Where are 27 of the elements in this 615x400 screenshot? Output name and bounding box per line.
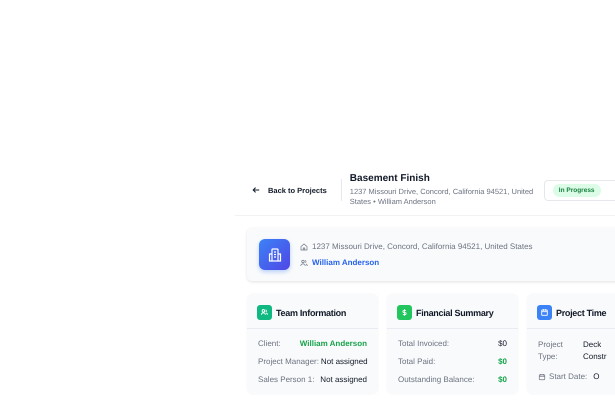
- field-label: Client:: [258, 339, 281, 348]
- field-label: Total Paid:: [398, 357, 436, 366]
- field-label: Total Invoiced:: [398, 339, 450, 348]
- field-value: Not assigned: [320, 357, 368, 366]
- building-icon: [259, 239, 290, 270]
- field-label: Project Manager:: [258, 357, 319, 366]
- field-value: $0: [498, 357, 507, 366]
- field-label: Start Date:: [538, 371, 588, 383]
- card-title: Team Information: [276, 308, 346, 318]
- arrow-left-icon: [252, 186, 260, 194]
- field-value: $0: [498, 339, 507, 348]
- card-title: Project Time: [556, 308, 606, 318]
- field-value: $0: [498, 375, 507, 384]
- client-link[interactable]: William Anderson: [312, 258, 380, 267]
- field-value: O: [593, 371, 600, 383]
- card-title: Financial Summary: [416, 308, 494, 318]
- field-value: William Anderson: [300, 339, 367, 348]
- field-value: Deck Constr: [583, 339, 608, 363]
- field-label: Project Type:: [538, 339, 564, 363]
- field-label: Sales Person 1:: [258, 375, 314, 384]
- project-title: Basement Finish: [350, 172, 431, 184]
- calendar-icon: [538, 373, 546, 381]
- address-text: 1237 Missouri Drive, Concord, California 94521, United States: [312, 242, 533, 251]
- field-label: Outstanding Balance:: [398, 375, 474, 384]
- home-icon: [300, 242, 308, 250]
- people-icon: [300, 258, 308, 266]
- field-value: Not assigned: [320, 375, 367, 384]
